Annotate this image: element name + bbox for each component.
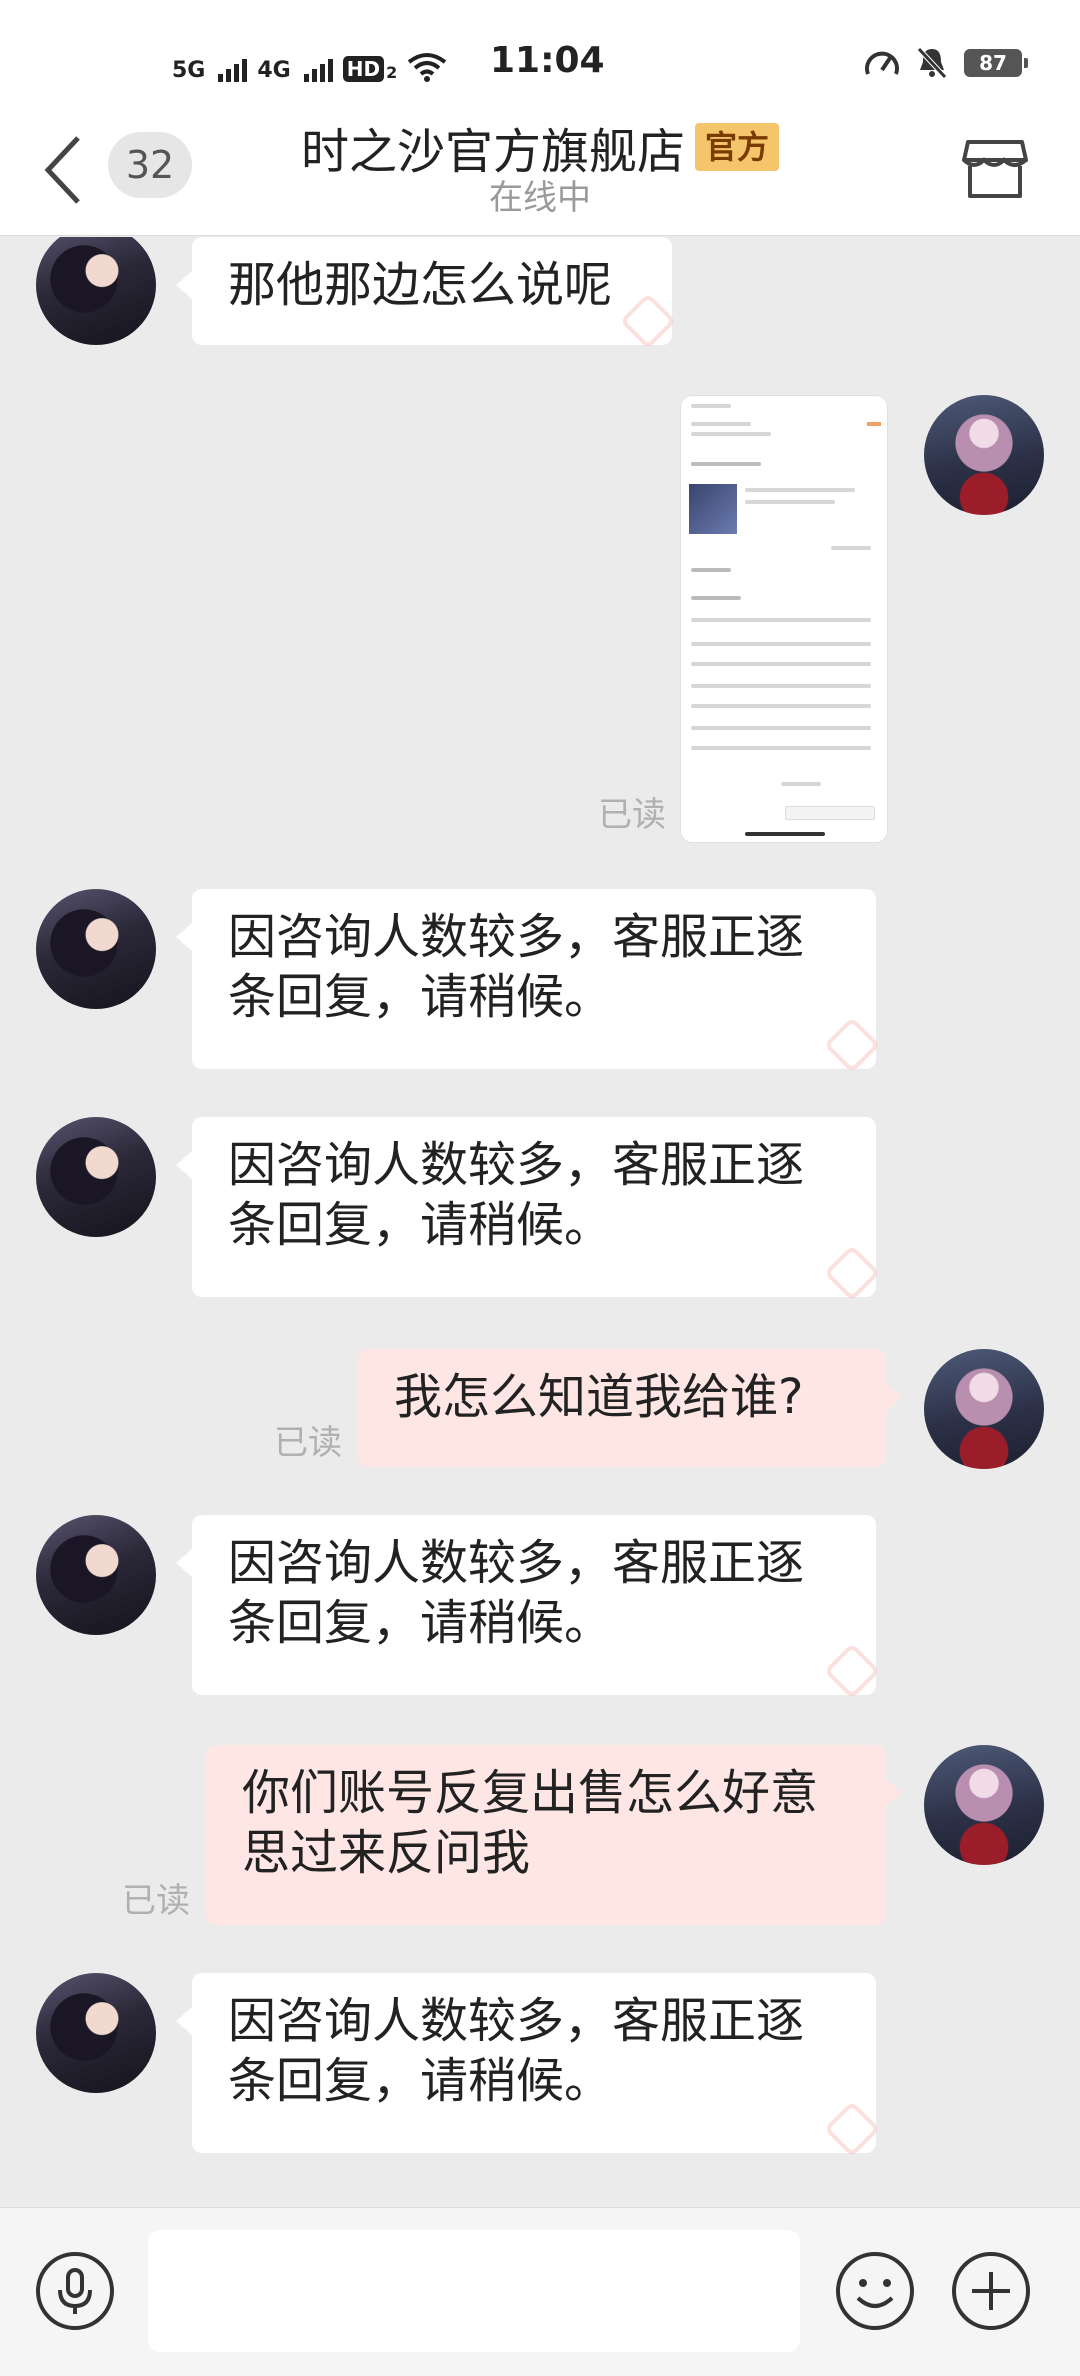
bubble-watermark — [823, 1244, 881, 1302]
shop-avatar[interactable] — [36, 237, 156, 345]
message-input[interactable] — [148, 2230, 800, 2352]
status-right: 87 — [864, 46, 1028, 80]
hd-badge: HD — [342, 56, 385, 82]
user-avatar[interactable] — [924, 395, 1044, 515]
hd-sub-label: 2 — [386, 63, 398, 82]
bubble-watermark — [619, 292, 677, 350]
wifi-icon — [408, 53, 447, 82]
mute-bell-icon — [917, 47, 947, 79]
input-bar — [0, 2207, 1080, 2376]
read-status: 已读 — [274, 1423, 342, 1463]
shop-avatar[interactable] — [36, 1973, 156, 2093]
message-text: 你们账号反复出售怎么好意思过来反问我 — [242, 1765, 819, 1881]
message-bubble-incoming[interactable]: 因咨询人数较多，客服正逐条回复，请稍候。 — [176, 889, 881, 1074]
message-bubble-outgoing[interactable]: 你们账号反复出售怎么好意思过来反问我 — [206, 1745, 902, 1925]
chat-header: 32 时之沙官方旗舰店 官方 在线中 — [0, 110, 1080, 236]
signal-bars-icon — [303, 59, 333, 82]
message-bubble-incoming[interactable]: 因咨询人数较多，客服正逐条回复，请稍候。 — [176, 1515, 881, 1700]
message-text: 因咨询人数较多，客服正逐条回复，请稍候。 — [228, 909, 805, 1025]
message-bubble-incoming[interactable]: 因咨询人数较多，客服正逐条回复，请稍候。 — [176, 1973, 881, 2158]
store-icon[interactable] — [960, 134, 1030, 204]
speedometer-icon — [865, 51, 899, 75]
battery-indicator: 87 — [964, 49, 1028, 77]
clock: 11:04 — [490, 40, 605, 81]
chat-area[interactable]: 那他那边怎么说呢 已读 因咨询人数较多，客服正逐条回复，请稍候。 因咨询人数较多… — [0, 237, 1080, 2207]
shop-avatar[interactable] — [36, 1515, 156, 1635]
plus-icon[interactable] — [950, 2250, 1032, 2332]
official-badge: 官方 — [695, 123, 780, 171]
message-text: 那他那边怎么说呢 — [228, 257, 613, 313]
network-4g-label: 4G — [257, 58, 291, 83]
microphone-icon[interactable] — [34, 2250, 116, 2332]
emoji-icon[interactable] — [834, 2250, 916, 2332]
message-text: 因咨询人数较多，客服正逐条回复，请稍候。 — [228, 1993, 805, 2109]
bubble-watermark — [823, 1016, 881, 1074]
message-bubble-outgoing[interactable]: 我怎么知道我给谁? — [358, 1349, 902, 1467]
shop-avatar[interactable] — [36, 1117, 156, 1237]
signal-indicators: 5G 4G HD 2 — [172, 42, 447, 82]
shop-avatar[interactable] — [36, 889, 156, 1009]
user-avatar[interactable] — [924, 1745, 1044, 1865]
message-image-order-screenshot[interactable] — [680, 395, 888, 843]
read-status: 已读 — [122, 1881, 190, 1921]
message-text: 因咨询人数较多，客服正逐条回复，请稍候。 — [228, 1137, 805, 1253]
signal-bars-icon — [218, 59, 248, 82]
online-status: 在线中 — [489, 178, 591, 218]
message-text: 我怎么知道我给谁? — [394, 1369, 804, 1425]
user-avatar[interactable] — [924, 1349, 1044, 1469]
bubble-watermark — [823, 2100, 881, 2158]
network-5g-label: 5G — [172, 58, 206, 83]
bubble-watermark — [823, 1642, 881, 1700]
read-status: 已读 — [598, 795, 666, 835]
status-bar: 5G 4G HD 2 11:04 87 — [0, 0, 1080, 110]
message-text: 因咨询人数较多，客服正逐条回复，请稍候。 — [228, 1535, 805, 1651]
message-bubble-incoming[interactable]: 因咨询人数较多，客服正逐条回复，请稍候。 — [176, 1117, 881, 1302]
message-bubble-incoming[interactable]: 那他那边怎么说呢 — [176, 237, 677, 350]
